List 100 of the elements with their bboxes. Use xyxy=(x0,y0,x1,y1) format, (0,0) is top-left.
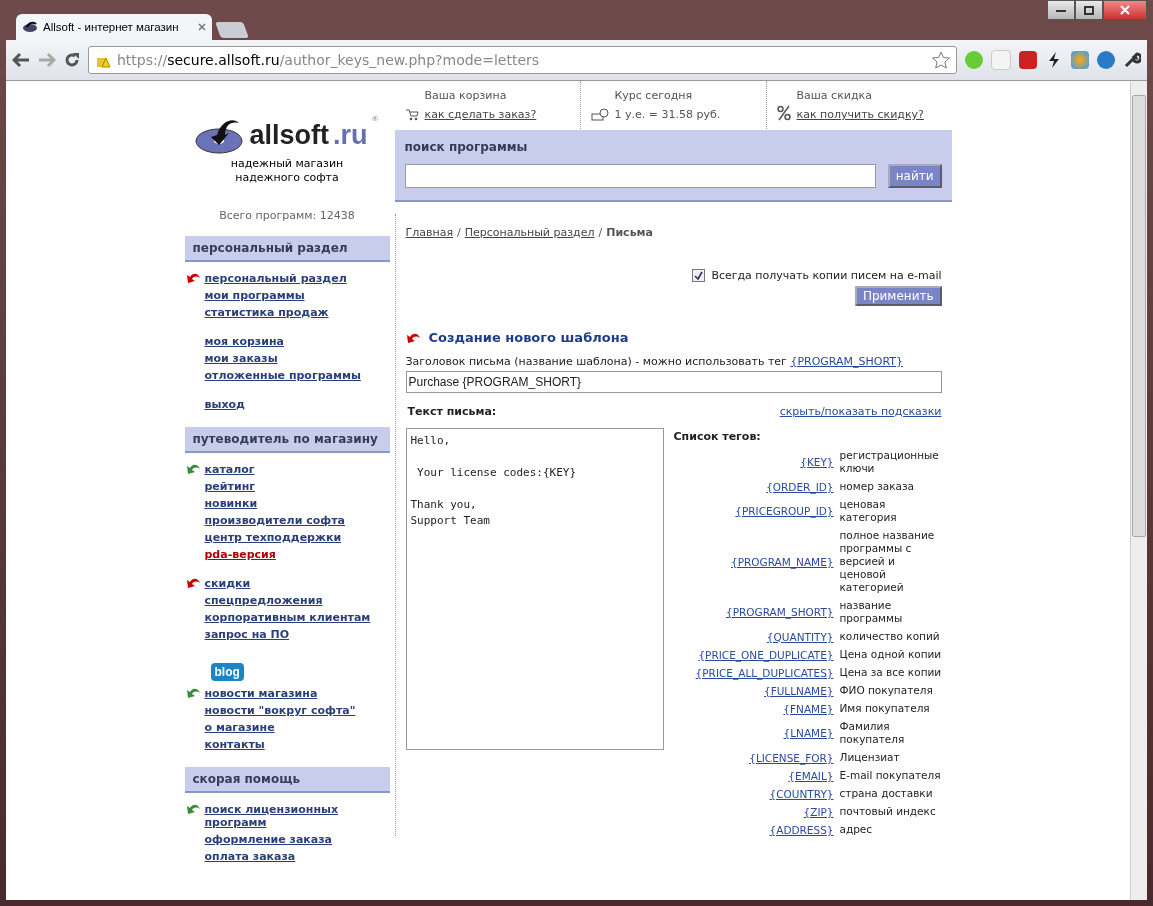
sidebar-link[interactable]: оплата заказа xyxy=(204,850,296,863)
tag-link[interactable]: {FNAME} xyxy=(673,702,834,715)
sidebar-link[interactable]: каталог xyxy=(204,463,255,476)
logo-tagline: надежный магазин надежного софта xyxy=(229,157,345,185)
sidebar-section-header: путеводитель по магазину xyxy=(184,427,390,453)
sidebar-link[interactable]: производители софта xyxy=(204,514,345,527)
tag-description: название программы xyxy=(839,599,904,625)
info-title: Курс сегодня xyxy=(614,89,694,102)
breadcrumb[interactable]: Главная xyxy=(405,226,453,239)
message-body-field[interactable]: Hello, Your license codes:{KEY} Thank you, Support Team xyxy=(405,428,664,750)
tag-link[interactable]: {LNAME} xyxy=(673,727,834,739)
wrench-icon[interactable] xyxy=(1123,51,1141,69)
sidebar-link[interactable]: корпоративным клиентам xyxy=(204,611,371,624)
tag-link[interactable]: {PROGRAM_SHORT} xyxy=(673,606,834,618)
close-icon xyxy=(1120,5,1130,15)
sidebar-link[interactable]: оформление заказа xyxy=(204,833,333,846)
close-icon[interactable] xyxy=(198,23,206,31)
sidebar-link[interactable]: поиск лицензионных программ xyxy=(204,803,390,829)
sidebar-section-header: персональный раздел xyxy=(184,236,390,262)
cart-icon xyxy=(404,108,419,121)
sidebar-link[interactable]: рейтинг xyxy=(204,480,255,493)
tag-link[interactable]: {FULLNAME} xyxy=(673,684,834,697)
sidebar-link[interactable]: новости магазина xyxy=(204,687,318,700)
tag-link[interactable]: {COUNTRY} xyxy=(673,787,834,800)
checkbox[interactable] xyxy=(692,269,706,282)
checkbox-label: Всегда получать копии писем на e-mail xyxy=(711,269,942,282)
sidebar-link[interactable]: pda-версия xyxy=(204,548,276,561)
sidebar-link[interactable]: о магазине xyxy=(204,721,275,734)
address-bar[interactable]: https://secure.allsoft.ru/author_keys_new.php?mode=letters xyxy=(88,46,957,74)
tag-description: полное название программы с версией и ценовой категорией xyxy=(839,529,936,594)
tag-description: Цена одной копии xyxy=(839,648,942,661)
tag-link[interactable]: {PRICE_ALL_DUPLICATES} xyxy=(673,666,834,679)
breadcrumb[interactable]: Персональный раздел xyxy=(464,226,595,239)
sidebar-link[interactable]: новинки xyxy=(204,497,258,510)
info-title: Ваша скидка xyxy=(796,89,873,102)
blog-badge[interactable]: blog xyxy=(210,663,244,681)
maximize-button[interactable] xyxy=(1075,0,1103,20)
search-title: поиск программы xyxy=(404,140,529,154)
tag-link[interactable]: {PRICE_ONE_DUPLICATE} xyxy=(673,648,834,661)
sidebar-link[interactable]: мои программы xyxy=(204,289,305,302)
body-label: Текст письма: xyxy=(406,405,497,418)
star-icon[interactable] xyxy=(932,51,950,69)
tag-description: регистрационные ключи xyxy=(839,449,940,475)
sidebar-link[interactable]: моя корзина xyxy=(204,335,284,348)
curved-arrow-icon xyxy=(405,331,421,344)
tag-link[interactable]: {LICENSE_FOR} xyxy=(673,751,834,764)
tag-link[interactable]: {KEY} xyxy=(673,456,834,468)
sidebar-link[interactable]: мои заказы xyxy=(204,352,278,365)
tag-description: адрес xyxy=(839,823,874,836)
info-text: 1 у.е. = 31.58 руб. xyxy=(614,108,721,121)
tag-link[interactable]: {EMAIL} xyxy=(673,769,834,782)
back-icon[interactable] xyxy=(12,53,30,67)
browser-tab[interactable]: Allsoft - интернет магазин xyxy=(16,14,212,40)
tag-link[interactable]: {ZIP} xyxy=(673,805,834,818)
tag-link[interactable]: {ADDRESS} xyxy=(673,823,834,836)
sidebar-link[interactable]: запрос на ПО xyxy=(204,628,290,641)
tag-description: количество копий xyxy=(839,630,941,643)
tag-description: E-mail покупателя xyxy=(839,769,942,782)
info-link[interactable]: как сделать заказ? xyxy=(424,108,537,121)
tag-link[interactable]: {QUANTITY} xyxy=(673,630,834,643)
scrollbar[interactable] xyxy=(1130,81,1147,900)
hints-toggle-link[interactable]: скрыть/показать подсказки xyxy=(779,405,942,418)
search-field[interactable] xyxy=(404,164,876,188)
tag-link[interactable]: {ORDER_ID} xyxy=(673,480,834,493)
section-heading: Создание нового шаблона xyxy=(428,330,629,345)
minimize-icon xyxy=(1056,8,1066,12)
program-count: Всего программ: 12438 xyxy=(218,209,356,222)
sidebar-link[interactable]: персональный раздел xyxy=(204,272,347,285)
sidebar-link[interactable]: статистика продаж xyxy=(204,306,329,319)
reload-icon[interactable] xyxy=(64,52,80,68)
logo-domain: .ru xyxy=(333,119,368,151)
circle-extension-icon[interactable] xyxy=(1097,51,1115,69)
tag-description: Лицензиат xyxy=(839,751,901,764)
breadcrumb-separator: / xyxy=(457,226,461,239)
tag-link[interactable]: {PRICEGROUP_ID} xyxy=(673,505,834,517)
tag-link[interactable]: {PROGRAM_NAME} xyxy=(673,555,834,568)
tag-description: ценовая категория xyxy=(839,498,898,524)
sidebar-link[interactable]: отложенные программы xyxy=(204,369,361,382)
subject-label: Заголовок письма (название шаблона) - можно использовать тег {PROGRAM_SHORT} xyxy=(405,355,905,368)
tag-description: почтовый индекс xyxy=(839,805,937,818)
subject-field[interactable]: Purchase {PROGRAM_SHORT} xyxy=(405,371,942,393)
tag-description: номер заказа xyxy=(839,480,915,493)
close-button[interactable] xyxy=(1103,0,1147,20)
minimize-button[interactable] xyxy=(1047,0,1075,20)
sidebar-link[interactable]: контакты xyxy=(204,738,265,751)
new-tab-button[interactable] xyxy=(215,22,249,38)
sidebar-link[interactable]: скидки xyxy=(204,577,251,590)
sidebar-section-header: скорая помощь xyxy=(184,767,390,793)
maximize-icon xyxy=(1084,5,1094,15)
info-link[interactable]: как получить скидку? xyxy=(796,108,924,121)
tag-description: страна доставки xyxy=(839,787,934,800)
sidebar-link[interactable]: выход xyxy=(204,398,245,411)
logo-name: allsoft xyxy=(249,119,329,151)
sidebar-link[interactable]: новости "вокруг софта" xyxy=(204,704,356,717)
breadcrumb-separator: / xyxy=(598,226,603,239)
tag-description: Фамилия покупателя xyxy=(839,720,906,746)
sidebar-link[interactable]: центр техподдержки xyxy=(204,531,342,544)
tag-description: ФИО покупателя xyxy=(839,684,934,697)
tag-description: Цена за все копии xyxy=(839,666,942,679)
sidebar-link[interactable]: спецпредложения xyxy=(204,594,323,607)
